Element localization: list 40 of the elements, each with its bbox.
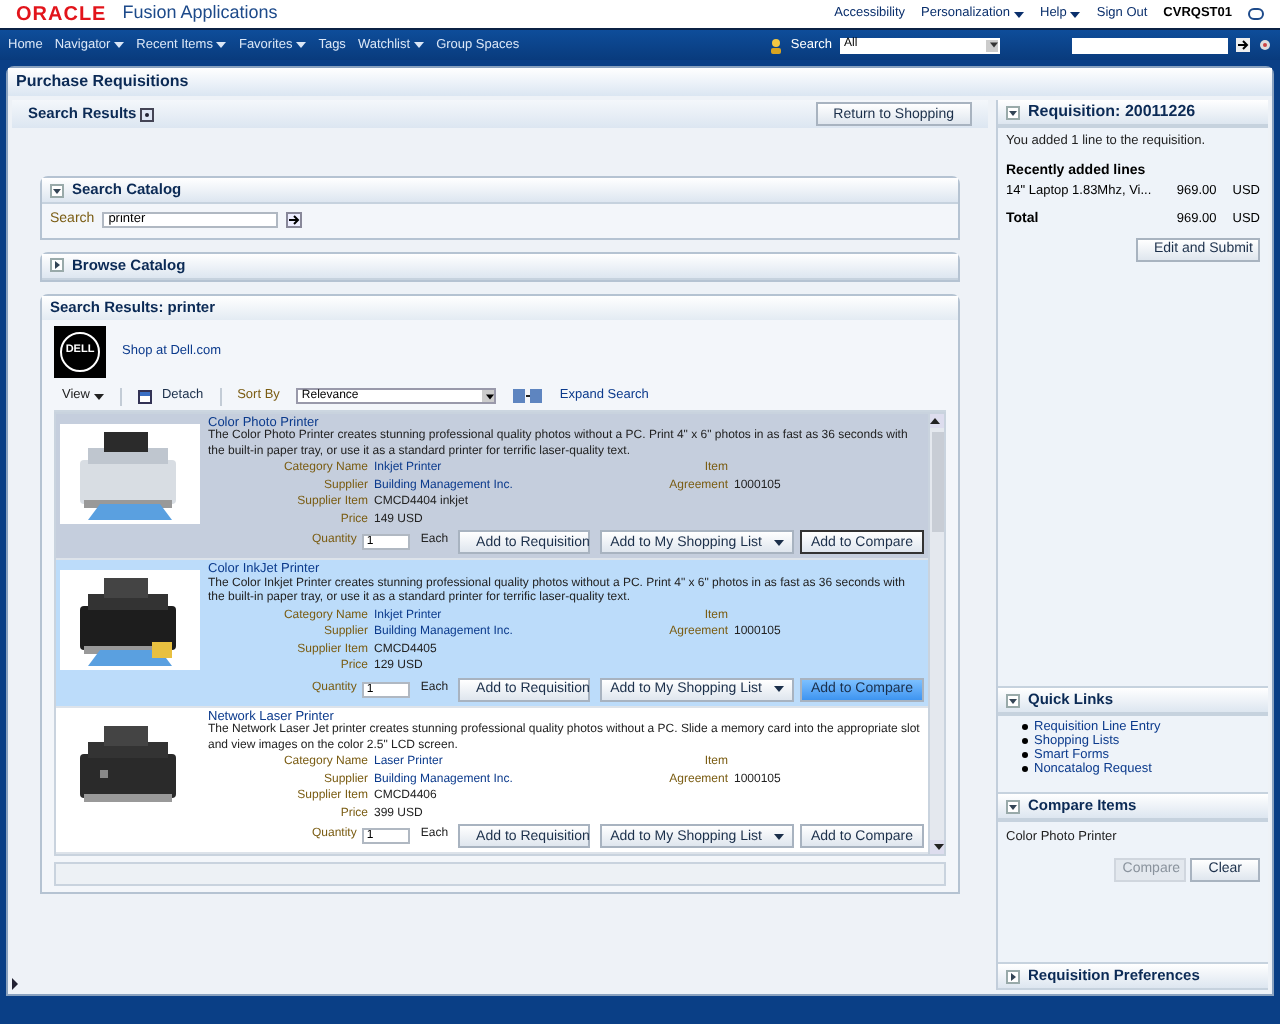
panel-title: Requisition: 20011226 (1028, 100, 1196, 124)
caret-icon (414, 42, 425, 48)
collapse-icon[interactable] (50, 183, 64, 197)
user-icon[interactable] (770, 37, 783, 53)
product-row[interactable] (56, 413, 928, 560)
caret-icon (930, 417, 940, 423)
expand-icon[interactable] (50, 258, 64, 272)
caret-icon (216, 42, 227, 48)
product-row[interactable] (56, 707, 928, 854)
splitter-handle-icon[interactable] (12, 978, 18, 990)
caret-icon (114, 42, 125, 48)
expand-icon[interactable] (1006, 969, 1020, 983)
bullet-icon (1022, 724, 1028, 730)
detach-icon[interactable] (137, 388, 154, 404)
caret-icon (93, 393, 104, 399)
collapse-icon[interactable] (1006, 799, 1020, 813)
caret-icon (296, 42, 307, 48)
columns-icon[interactable] (511, 388, 544, 404)
product-name: Fusion Applications (122, 0, 278, 27)
bullet-icon (1022, 738, 1028, 744)
caret-icon (774, 539, 784, 545)
collapse-icon[interactable] (1006, 105, 1020, 119)
caret-icon (774, 833, 784, 839)
caret-icon (1070, 11, 1081, 17)
caret-icon (990, 42, 998, 48)
go-arrow-icon[interactable] (286, 212, 303, 229)
status-icon (1248, 8, 1264, 20)
caret-icon (485, 393, 494, 399)
brand-logo: ORACLE (16, 1, 107, 29)
go-arrow-icon[interactable] (1236, 38, 1250, 52)
collapse-icon[interactable] (1006, 693, 1020, 707)
caret-icon (934, 844, 944, 850)
caret-icon (774, 686, 784, 692)
scrollbar[interactable] (928, 413, 944, 854)
product-row[interactable] (56, 560, 928, 707)
bullet-icon (1022, 752, 1028, 758)
bullet-icon (1022, 766, 1028, 772)
caret-icon (1014, 11, 1024, 17)
search-field[interactable] (1072, 37, 1228, 53)
page-title: Purchase Requisitions (16, 70, 189, 94)
